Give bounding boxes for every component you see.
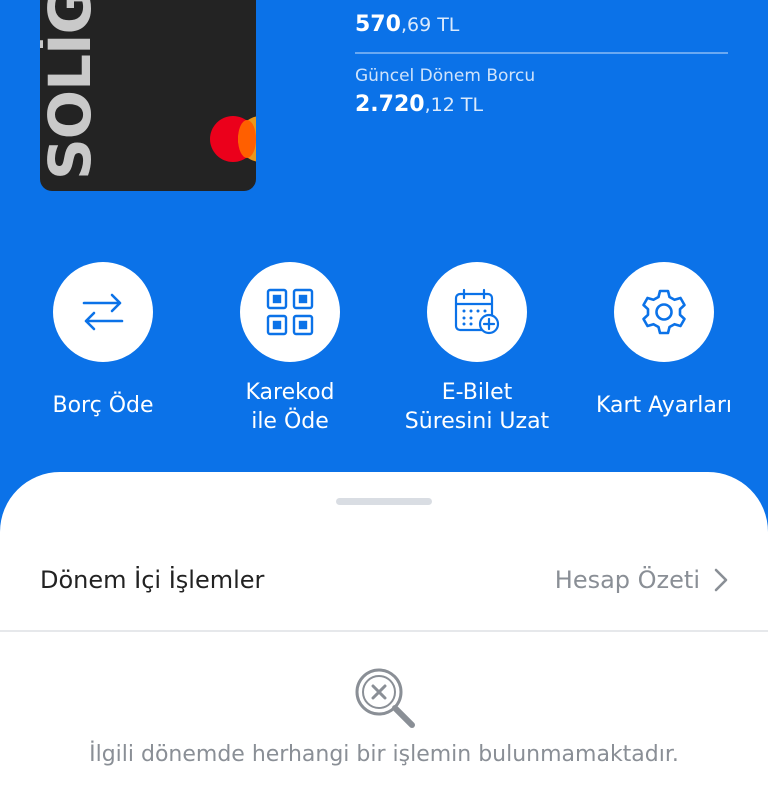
chevron-right-icon xyxy=(714,568,728,592)
sheet-drag-handle[interactable] xyxy=(336,498,432,505)
gear-icon xyxy=(614,262,714,362)
account-summary-link[interactable]: Hesap Özeti xyxy=(555,566,728,594)
card-settings-button[interactable]: Kart Ayarları xyxy=(574,262,754,420)
qr-pay-button[interactable]: Karekod ile Öde xyxy=(200,262,380,436)
pay-debt-label: Borç Öde xyxy=(52,393,154,418)
pay-debt-button[interactable]: Borç Öde xyxy=(13,262,193,420)
credit-card-image[interactable]: SOLİG xyxy=(40,0,256,191)
extend-eticket-label: E-Bilet Süresini Uzat xyxy=(404,380,550,434)
transactions-sheet: Dönem İçi İşlemler Hesap Özeti İlgili dö… xyxy=(0,472,768,792)
qr-pay-label: Karekod ile Öde xyxy=(245,380,335,434)
balance-divider xyxy=(355,52,728,54)
transactions-title: Dönem İçi İşlemler xyxy=(40,566,265,594)
current-period-debt-amount: 2.720,12 TL xyxy=(355,92,484,117)
available-limit-amount: 570,69 TL xyxy=(355,12,460,37)
section-divider xyxy=(0,630,768,632)
empty-state-message: İlgili dönemde herhangi bir işlemin bulu… xyxy=(89,742,679,767)
mastercard-logo xyxy=(210,116,256,162)
current-period-debt-label: Güncel Dönem Borcu xyxy=(355,66,536,86)
card-brand-logo: SOLİG xyxy=(40,0,104,180)
header-panel: SOLİG 570,69 TL Güncel Dönem Borcu 2.720… xyxy=(0,0,768,490)
card-settings-label: Kart Ayarları xyxy=(595,393,733,418)
search-no-results-icon xyxy=(355,668,415,728)
account-summary-label: Hesap Özeti xyxy=(554,566,700,594)
calendar-add-icon xyxy=(427,262,527,362)
available-limit: 570,69 TL xyxy=(355,12,459,37)
current-period-debt: Güncel Dönem Borcu 2.720,12 TL xyxy=(355,66,535,117)
qr-code-icon xyxy=(240,262,340,362)
extend-eticket-button[interactable]: E-Bilet Süresini Uzat xyxy=(387,262,567,436)
transfer-arrows-icon xyxy=(53,262,153,362)
